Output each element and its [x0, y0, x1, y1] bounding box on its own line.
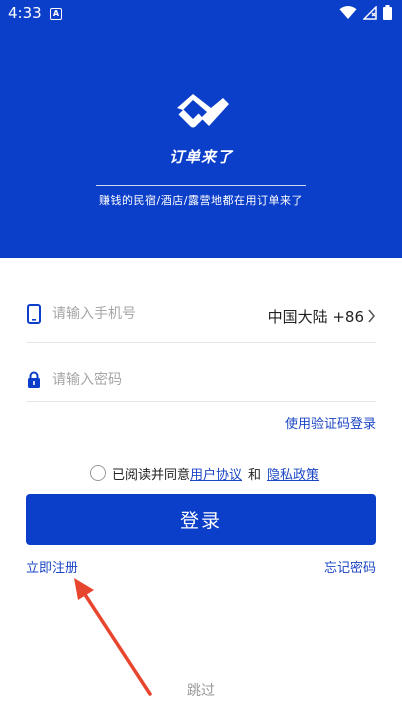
privacy-policy-link[interactable]: 隐私政策 — [267, 464, 319, 483]
agreement-checkbox[interactable] — [90, 465, 106, 481]
skip-button[interactable]: 跳过 — [0, 680, 402, 700]
password-input[interactable] — [52, 367, 252, 393]
agreement-and: 和 — [248, 467, 262, 483]
phone-input[interactable] — [52, 301, 252, 327]
sms-login-link[interactable]: 使用验证码登录 — [285, 413, 376, 432]
phone-field: 中国大陆 +86 — [26, 296, 376, 343]
chevron-right-icon[interactable] — [367, 309, 376, 323]
password-field — [26, 362, 376, 402]
signal-no-sim-icon — [363, 5, 377, 20]
phone-icon — [27, 304, 41, 324]
app-logo — [177, 94, 229, 128]
status-time: 4:33 — [8, 4, 42, 22]
user-agreement-link[interactable]: 用户协议 — [190, 464, 242, 483]
wifi-icon — [339, 5, 357, 19]
app-name: 订单来了 — [168, 148, 233, 166]
login-button[interactable]: 登录 — [26, 494, 376, 545]
hero-banner: 4:33 A 订单来了 赚钱的民宿/酒店/露营地都在用订单来了 — [0, 0, 402, 258]
divider — [96, 185, 306, 186]
agreement-prefix: 已阅读并同意 — [112, 467, 191, 483]
notification-badge: A — [50, 8, 62, 20]
battery-icon — [383, 5, 392, 20]
agreement-row: 已阅读并同意 用户协议 和 隐私政策 — [90, 463, 319, 483]
status-icons — [339, 5, 392, 20]
lock-icon — [28, 371, 40, 388]
status-bar: 4:33 A — [0, 0, 402, 28]
region-selector[interactable]: 中国大陆 +86 — [268, 306, 364, 327]
forgot-password-link[interactable]: 忘记密码 — [324, 557, 376, 576]
tagline: 赚钱的民宿/酒店/露营地都在用订单来了 — [99, 194, 303, 207]
